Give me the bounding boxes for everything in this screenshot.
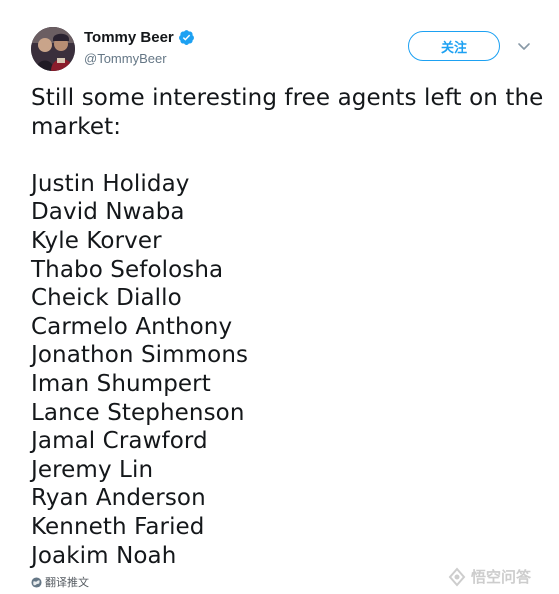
avatar[interactable] — [31, 27, 75, 71]
author-display-name[interactable]: Tommy Beer — [84, 29, 174, 46]
player-name: Kyle Korver — [31, 227, 162, 254]
player-name: Jeremy Lin — [31, 456, 154, 483]
chevron-down-icon[interactable] — [516, 38, 532, 54]
player-name: Ryan Anderson — [31, 485, 206, 512]
tweet-card: Tommy Beer @TommyBeer 关注 Still some inte… — [0, 0, 559, 594]
follow-button[interactable]: 关注 — [408, 31, 500, 61]
globe-icon — [31, 576, 42, 588]
author-handle[interactable]: @TommyBeer — [84, 51, 167, 66]
tweet-intro-line: Still some interesting free agents left … — [31, 85, 544, 111]
watermark: 悟空问答 — [447, 566, 531, 587]
player-name: Justin Holiday — [31, 170, 190, 197]
tweet-text: Still some interesting free agents left … — [31, 84, 544, 570]
watermark-text: 悟空问答 — [471, 568, 532, 586]
player-name: Carmelo Anthony — [31, 313, 233, 340]
player-name: Thabo Sefolosha — [31, 256, 224, 283]
player-name: Kenneth Faried — [31, 513, 205, 540]
player-name: David Nwaba — [31, 199, 185, 226]
translate-label[interactable]: 翻译推文 — [45, 574, 89, 590]
tweet-intro-line: market: — [31, 113, 122, 140]
player-name: Jamal Crawford — [31, 428, 208, 455]
author-name-row: Tommy Beer — [84, 29, 195, 46]
player-name: Cheick Diallo — [31, 285, 182, 312]
wukong-logo-icon — [447, 566, 467, 587]
translate-tweet-link[interactable]: 翻译推文 — [31, 574, 89, 590]
player-name: Lance Stephenson — [31, 399, 245, 426]
player-name: Iman Shumpert — [31, 370, 211, 397]
player-name: Jonathon Simmons — [31, 342, 249, 369]
verified-badge-icon — [178, 29, 195, 46]
paragraph-break — [31, 141, 531, 170]
